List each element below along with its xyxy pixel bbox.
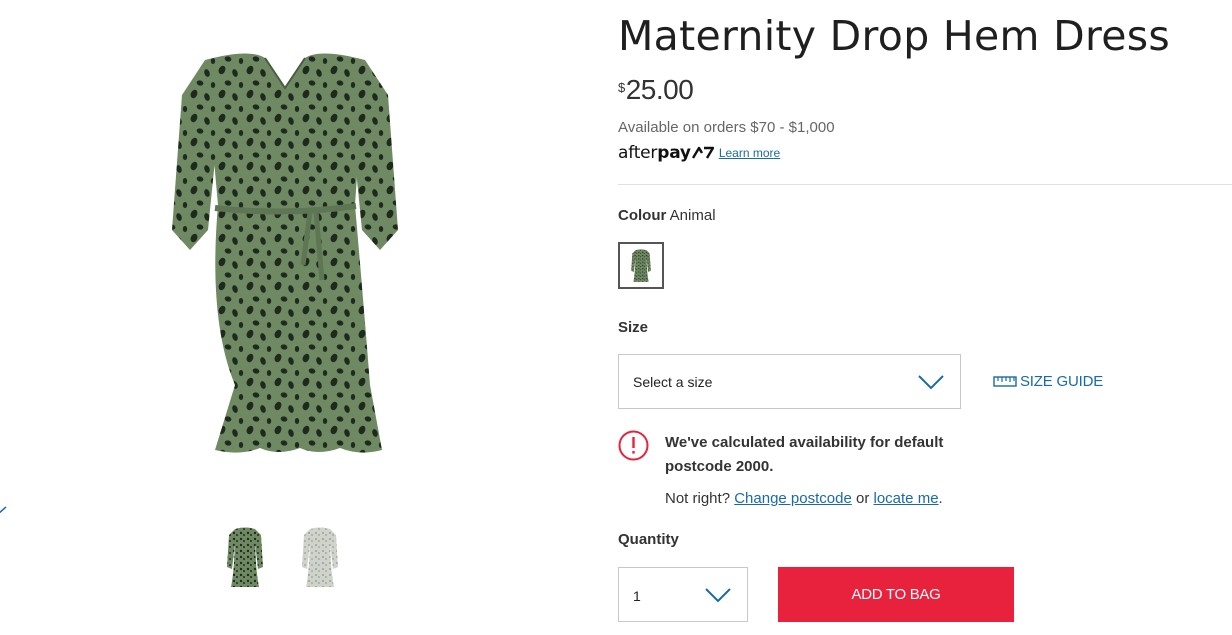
- size-guide-link[interactable]: SIZE GUIDE: [993, 373, 1103, 390]
- change-postcode-link[interactable]: Change postcode: [734, 490, 852, 507]
- colour-label-title: Colour: [618, 207, 667, 224]
- thumbnail-back[interactable]: [300, 525, 340, 591]
- afterpay-learn-more-link[interactable]: Learn more: [719, 146, 780, 160]
- price-value: 25.00: [625, 74, 694, 105]
- quantity-value: 1: [633, 588, 641, 604]
- swatch-dress-image: [631, 248, 651, 282]
- postcode-row: Not right? Change postcode or locate me.: [665, 490, 943, 507]
- colour-label: Colour Animal: [618, 207, 716, 224]
- quantity-label: Quantity: [618, 531, 679, 548]
- size-select-value: Select a size: [633, 374, 713, 390]
- afterpay-availability: Available on orders $70 - $1,000: [618, 119, 835, 136]
- afterpay-logo: afterpay: [618, 143, 691, 163]
- product-main-image[interactable]: [160, 40, 410, 460]
- quantity-select[interactable]: 1: [618, 567, 748, 622]
- thumbnail-front[interactable]: [225, 525, 265, 591]
- ruler-icon: [993, 376, 1017, 387]
- product-title: Maternity Drop Hem Dress: [618, 12, 1171, 60]
- add-to-bag-button[interactable]: ADD TO BAG: [778, 567, 1014, 622]
- afterpay-mark-icon: [691, 146, 714, 159]
- alert-icon: [618, 430, 649, 461]
- colour-value: Animal: [669, 207, 716, 224]
- postcode-or: or: [855, 490, 870, 507]
- size-select[interactable]: Select a size: [618, 354, 961, 409]
- locate-me-link[interactable]: locate me: [874, 490, 939, 507]
- chevron-down-icon: [918, 375, 944, 390]
- gallery-prev-icon[interactable]: [0, 505, 8, 523]
- colour-swatch-animal[interactable]: [618, 242, 664, 289]
- price-currency: $: [618, 80, 625, 95]
- afterpay-row: afterpay Learn more: [618, 142, 780, 164]
- availability-message: We've calculated availability for defaul…: [665, 434, 944, 475]
- size-label: Size: [618, 319, 649, 336]
- size-guide-label: SIZE GUIDE: [1020, 373, 1104, 390]
- product-price: $25.00: [618, 74, 694, 106]
- chevron-down-icon: [705, 588, 731, 603]
- postcode-end: .: [938, 490, 943, 507]
- postcode-prompt: Not right?: [665, 490, 731, 507]
- divider: [618, 184, 1232, 185]
